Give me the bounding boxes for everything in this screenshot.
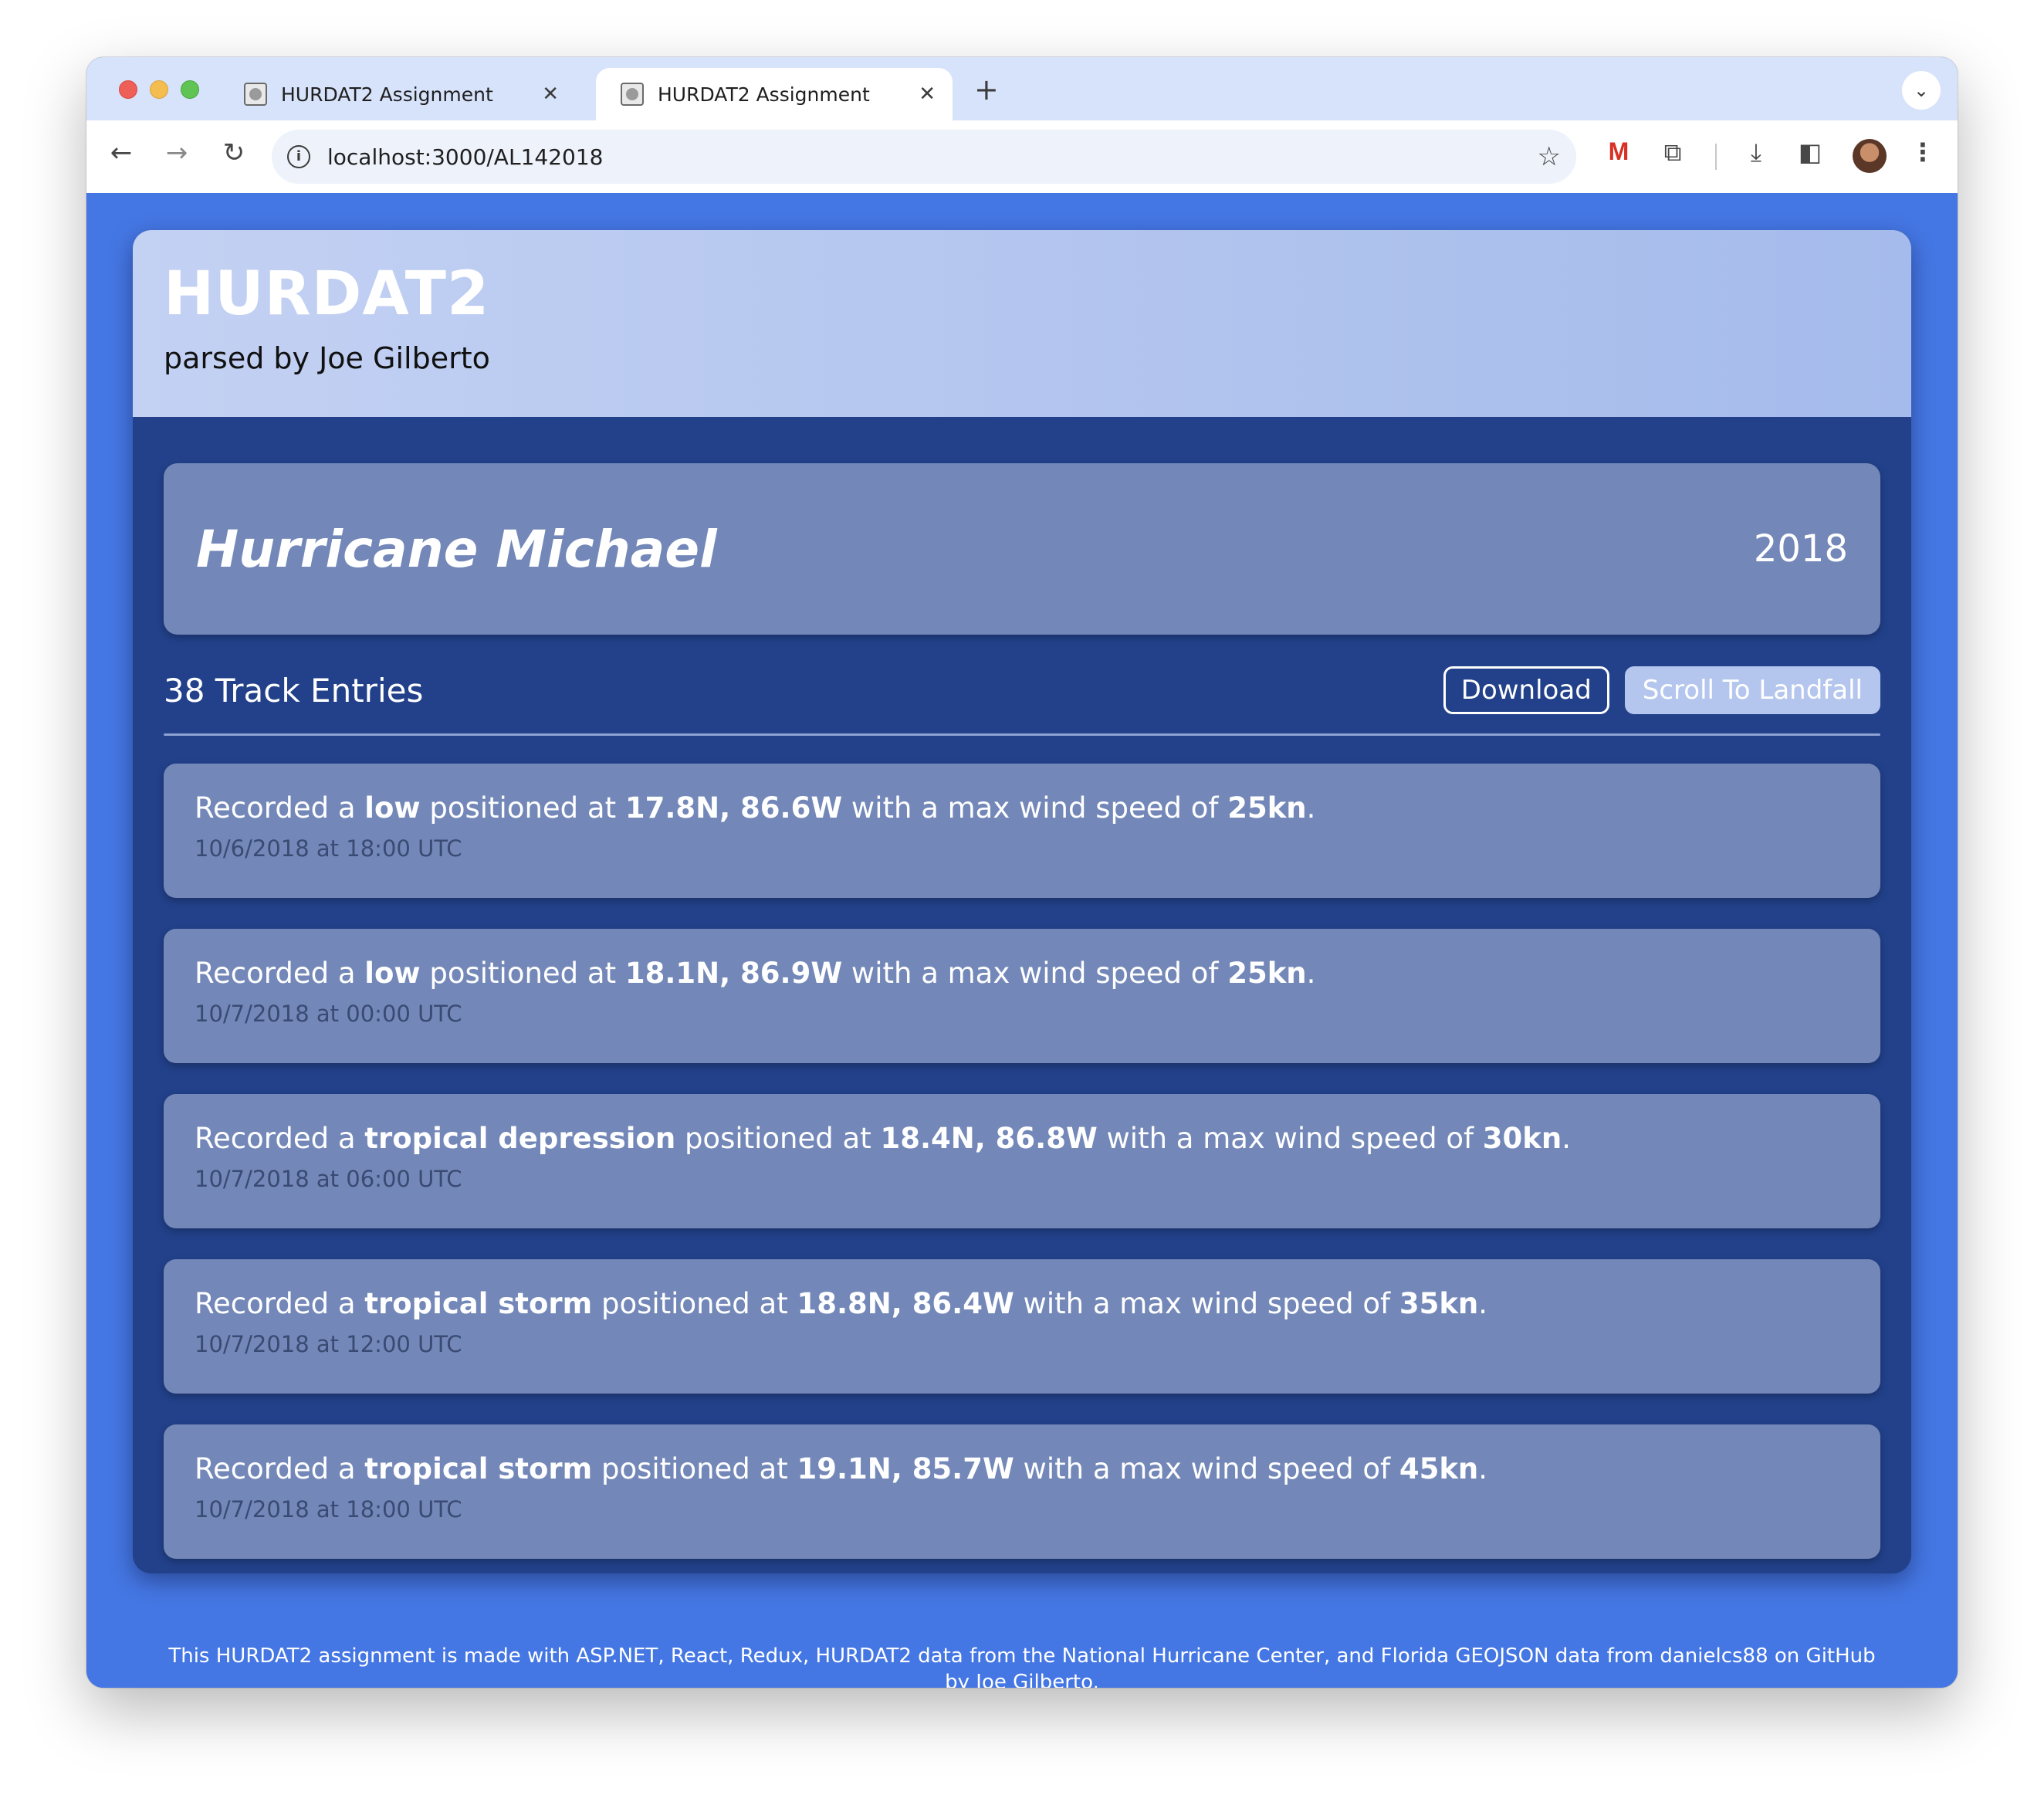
track-position: 18.4N, 86.8W [880, 1122, 1098, 1155]
download-icon[interactable]: ⤓ [1737, 137, 1775, 168]
page-favicon-icon [244, 83, 267, 106]
side-panel-icon[interactable]: ◧ [1791, 137, 1829, 167]
track-position: 18.8N, 86.4W [797, 1287, 1014, 1320]
close-window-button[interactable] [119, 80, 137, 99]
url-text[interactable]: localhost:3000/AL142018 [327, 144, 1538, 170]
download-button[interactable]: Download [1443, 666, 1609, 714]
forward-arrow-icon[interactable]: → [157, 137, 196, 168]
track-position: 17.8N, 86.6W [624, 791, 843, 825]
storm-year: 2018 [1753, 527, 1848, 571]
track-entry-description: Recorded a tropical storm positioned at … [195, 1452, 1488, 1485]
app-body: Hurricane Michael 2018 38 Track Entries … [133, 417, 1911, 1559]
track-wind-speed: 25kn [1227, 957, 1307, 990]
maximize-window-button[interactable] [181, 80, 199, 99]
track-entry-time: 10/6/2018 at 18:00 UTC [195, 835, 462, 862]
track-wind-speed: 45kn [1399, 1452, 1479, 1485]
page-favicon-icon [621, 83, 644, 106]
browser-tab-1[interactable]: HURDAT2 Assignment ✕ [219, 68, 576, 120]
browser-tab-2[interactable]: HURDAT2 Assignment ✕ [596, 68, 953, 120]
track-entry-description: Recorded a tropical depression positione… [195, 1122, 1571, 1155]
more-menu-icon[interactable]: ⋮ [1904, 137, 1942, 167]
track-wind-speed: 35kn [1399, 1287, 1479, 1320]
site-info-icon[interactable]: i [287, 145, 310, 168]
bookmark-star-icon[interactable]: ☆ [1538, 141, 1561, 172]
storm-card: Hurricane Michael 2018 [164, 463, 1880, 635]
track-entry-description: Recorded a tropical storm positioned at … [195, 1287, 1488, 1320]
app-panel: HURDAT2 parsed by Joe Gilberto Hurricane… [133, 230, 1911, 1573]
track-entry-description: Recorded a low positioned at 18.1N, 86.9… [195, 957, 1316, 990]
track-entry: Recorded a low positioned at 18.1N, 86.9… [164, 929, 1880, 1063]
extensions-puzzle-icon[interactable]: ⧉ [1653, 137, 1692, 168]
entries-divider [164, 733, 1880, 736]
app-header: HURDAT2 parsed by Joe Gilberto [133, 230, 1911, 417]
minimize-window-button[interactable] [150, 80, 168, 99]
reload-icon[interactable]: ↻ [215, 137, 253, 168]
app-title: HURDAT2 [164, 259, 490, 329]
tab-title: HURDAT2 Assignment [658, 83, 870, 106]
track-entry: Recorded a tropical storm positioned at … [164, 1424, 1880, 1559]
track-status: tropical storm [364, 1452, 593, 1485]
track-entry: Recorded a tropical depression positione… [164, 1094, 1880, 1228]
track-entry: Recorded a tropical storm positioned at … [164, 1259, 1880, 1394]
close-tab-icon[interactable]: ✕ [919, 83, 936, 106]
browser-window: HURDAT2 Assignment ✕ HURDAT2 Assignment … [86, 57, 1958, 1688]
profile-avatar[interactable] [1853, 139, 1887, 173]
scroll-to-landfall-button[interactable]: Scroll To Landfall [1624, 666, 1880, 714]
close-tab-icon[interactable]: ✕ [542, 83, 559, 106]
tab-title: HURDAT2 Assignment [281, 83, 493, 106]
page-content: HURDAT2 parsed by Joe Gilberto Hurricane… [86, 193, 1958, 1688]
track-entry: Recorded a low positioned at 17.8N, 86.6… [164, 764, 1880, 898]
track-wind-speed: 25kn [1227, 791, 1307, 825]
address-bar[interactable]: i localhost:3000/AL142018 ☆ [272, 130, 1576, 184]
track-entry-time: 10/7/2018 at 18:00 UTC [195, 1496, 462, 1523]
page-footer: This HURDAT2 assignment is made with ASP… [168, 1644, 1876, 1688]
track-status: tropical storm [364, 1287, 593, 1320]
entries-actions: Download Scroll To Landfall [1443, 666, 1880, 714]
browser-toolbar: ← → ↻ i localhost:3000/AL142018 ☆ M ⧉ ⤓ … [86, 120, 1958, 193]
toolbar-divider [1715, 144, 1717, 170]
entries-bar: 38 Track Entries Download Scroll To Land… [164, 666, 1880, 715]
track-entries-count: 38 Track Entries [164, 671, 424, 710]
storm-name: Hurricane Michael [196, 519, 717, 579]
track-position: 18.1N, 86.9W [624, 957, 843, 990]
track-status: tropical depression [364, 1122, 676, 1155]
gmail-extension-icon[interactable]: M [1599, 137, 1638, 166]
track-status: low [364, 957, 421, 990]
track-entry-time: 10/7/2018 at 06:00 UTC [195, 1166, 462, 1192]
track-entry-time: 10/7/2018 at 12:00 UTC [195, 1331, 462, 1357]
tab-search-chevron-icon[interactable]: ⌄ [1902, 71, 1941, 110]
back-arrow-icon[interactable]: ← [102, 137, 140, 168]
new-tab-icon[interactable]: + [974, 73, 999, 107]
track-entry-description: Recorded a low positioned at 17.8N, 86.6… [195, 791, 1316, 825]
track-wind-speed: 30kn [1482, 1122, 1562, 1155]
track-status: low [364, 791, 421, 825]
track-entry-time: 10/7/2018 at 00:00 UTC [195, 1001, 462, 1027]
track-position: 19.1N, 85.7W [797, 1452, 1014, 1485]
app-subtitle: parsed by Joe Gilberto [164, 341, 490, 375]
track-entry-list: Recorded a low positioned at 17.8N, 86.6… [164, 764, 1880, 1559]
tab-strip: HURDAT2 Assignment ✕ HURDAT2 Assignment … [86, 57, 1958, 120]
